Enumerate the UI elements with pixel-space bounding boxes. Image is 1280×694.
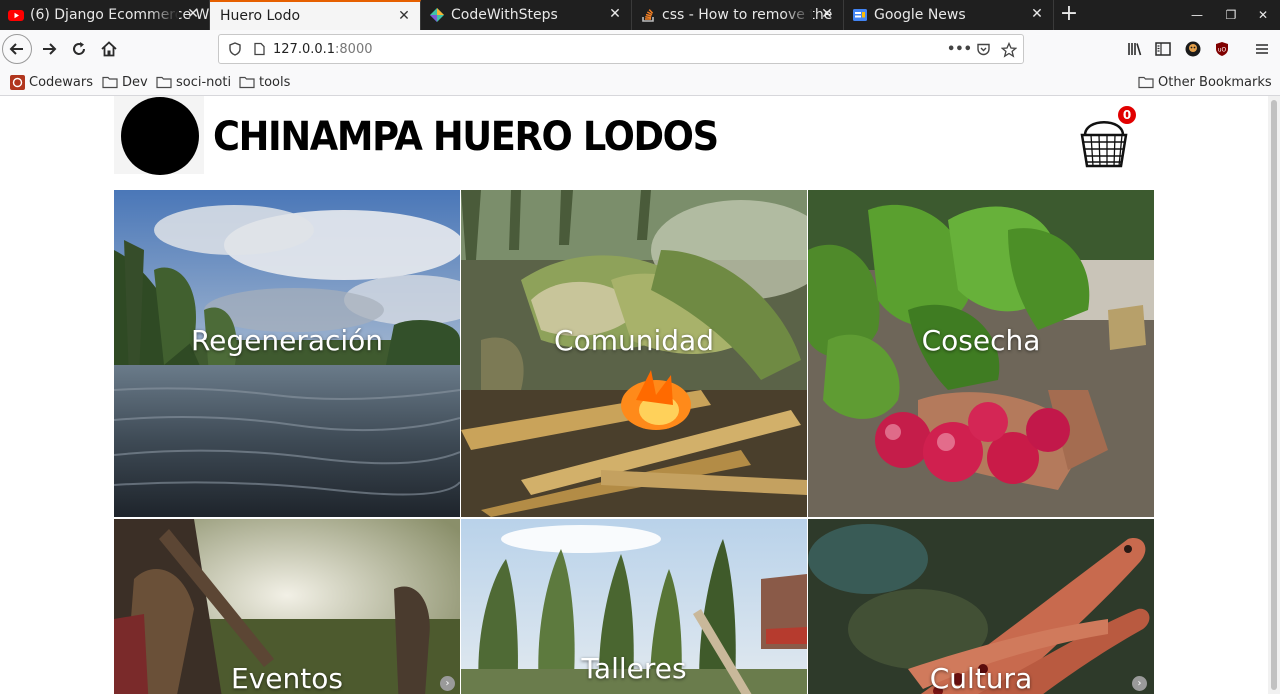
svg-text:uO: uO (1218, 47, 1227, 54)
reload-icon (73, 42, 85, 55)
close-tab-icon[interactable]: ✕ (185, 6, 201, 22)
bookmark-label: Codewars (29, 74, 93, 90)
url-port: :8000 (335, 42, 373, 57)
minimize-window-button[interactable]: — (1180, 0, 1214, 30)
folder-icon (239, 76, 255, 89)
tab-title: (6) Django Ecommerce W (30, 7, 209, 23)
category-tile-talleres[interactable]: Talleres (461, 519, 807, 694)
bookmark-label: soci-noti (176, 74, 232, 90)
bookmark-label: tools (259, 74, 291, 90)
tab-title: Google News (874, 7, 966, 23)
bookmark-codewars[interactable]: Codewars (10, 73, 93, 91)
google-news-icon (853, 9, 867, 21)
tab-css-stackoverflow[interactable]: css - How to remove the ✕ (632, 0, 844, 30)
site-title: CHINAMPA HUERO LODOS (213, 114, 719, 160)
logo-circle (121, 97, 199, 175)
stackoverflow-icon (642, 9, 654, 22)
folder-icon (1138, 76, 1154, 89)
close-tab-icon[interactable]: ✕ (607, 6, 623, 22)
category-label: Cultura (929, 662, 1033, 694)
tab-title: Huero Lodo (220, 8, 301, 24)
cart-count-badge: 0 (1118, 106, 1136, 124)
category-label: Cosecha (921, 324, 1041, 357)
back-button[interactable] (2, 34, 32, 64)
shield-icon[interactable] (227, 42, 243, 58)
folder-icon (156, 76, 172, 89)
scrollbar-thumb[interactable] (1271, 100, 1277, 690)
ublock-origin-icon: uO (1216, 42, 1228, 56)
library-icon (1128, 43, 1142, 56)
sidebar-icon (1155, 42, 1171, 56)
page-info-icon[interactable] (251, 42, 267, 58)
cart-button[interactable]: 0 (1079, 106, 1136, 172)
home-icon (101, 41, 117, 57)
bookmark-folder-soci-noti[interactable]: soci-noti (156, 73, 231, 91)
category-tile-cultura[interactable]: Cultura › (808, 519, 1154, 694)
category-label: Eventos (231, 662, 343, 694)
youtube-icon (8, 10, 24, 21)
reload-button[interactable] (65, 35, 93, 63)
forward-button[interactable] (35, 35, 63, 63)
category-tile-regeneracion[interactable]: Regeneración (114, 190, 460, 517)
site-logo[interactable] (114, 96, 204, 175)
tab-title: CodeWithSteps (451, 7, 558, 23)
sidebar-button[interactable] (1149, 35, 1177, 63)
tab-huero-lodo[interactable]: Huero Lodo ✕ (210, 0, 421, 30)
close-tab-icon[interactable]: ✕ (1029, 6, 1045, 22)
category-label: Comunidad (554, 324, 714, 357)
new-tab-button[interactable]: + (1054, 0, 1084, 30)
close-window-button[interactable]: ✕ (1246, 0, 1280, 30)
url-host: 127.0.0.1 (273, 42, 336, 57)
tab-title: css - How to remove the (662, 7, 833, 23)
category-tile-eventos[interactable]: Eventos › (114, 519, 460, 694)
bookmark-label: Other Bookmarks (1158, 74, 1272, 90)
bookmarks-toolbar: Codewars Dev soci-noti tools Other Bookm… (0, 68, 1280, 96)
codewars-icon (10, 74, 25, 90)
tab-django-ecommerce[interactable]: (6) Django Ecommerce W ✕ (0, 0, 210, 30)
navigation-toolbar: 127.0.0.1:8000 ••• uO (0, 30, 1280, 68)
category-label: Regeneración (190, 324, 384, 357)
library-button[interactable] (1121, 35, 1149, 63)
tab-codewithsteps[interactable]: CodeWithSteps ✕ (421, 0, 632, 30)
close-tab-icon[interactable]: ✕ (819, 6, 835, 22)
bookmark-folder-tools[interactable]: tools (239, 73, 290, 91)
more-actions-icon[interactable]: ••• (947, 42, 972, 58)
extension-avatar-icon (1185, 41, 1201, 57)
page-viewport: CHINAMPA HUERO LODOS 0 Regeneración Comu… (0, 96, 1280, 694)
codewithsteps-icon (430, 8, 444, 22)
category-grid: Regeneración Comunidad Cosecha Eventos ›… (114, 190, 1154, 694)
bookmark-label: Dev (122, 74, 148, 90)
next-arrow-icon[interactable]: › (1132, 676, 1147, 691)
category-label: Talleres (581, 652, 687, 685)
tab-strip: (6) Django Ecommerce W ✕ Huero Lodo ✕ Co… (0, 0, 1280, 30)
address-bar[interactable]: 127.0.0.1:8000 ••• (218, 34, 1024, 64)
bookmark-star-icon[interactable] (1000, 41, 1018, 58)
bookmark-folder-dev[interactable]: Dev (102, 73, 148, 91)
hamburger-menu-icon (1256, 44, 1268, 54)
ublock-button[interactable]: uO (1208, 35, 1236, 63)
menu-button[interactable] (1248, 35, 1276, 63)
pocket-icon[interactable] (975, 42, 991, 58)
page-scrollbar[interactable] (1268, 96, 1280, 694)
extension-button[interactable] (1179, 35, 1207, 63)
home-button[interactable] (95, 35, 123, 63)
category-tile-comunidad[interactable]: Comunidad (461, 190, 807, 517)
restore-window-button[interactable]: ❐ (1214, 0, 1248, 30)
other-bookmarks[interactable]: Other Bookmarks (1138, 73, 1272, 91)
next-arrow-icon[interactable]: › (440, 676, 455, 691)
folder-icon (102, 76, 118, 89)
arrow-right-icon (43, 43, 57, 55)
url-text[interactable]: 127.0.0.1:8000 (273, 42, 373, 57)
tab-google-news[interactable]: Google News ✕ (844, 0, 1054, 30)
close-tab-icon[interactable]: ✕ (396, 8, 412, 24)
category-tile-cosecha[interactable]: Cosecha (808, 190, 1154, 517)
arrow-left-icon (9, 43, 23, 55)
